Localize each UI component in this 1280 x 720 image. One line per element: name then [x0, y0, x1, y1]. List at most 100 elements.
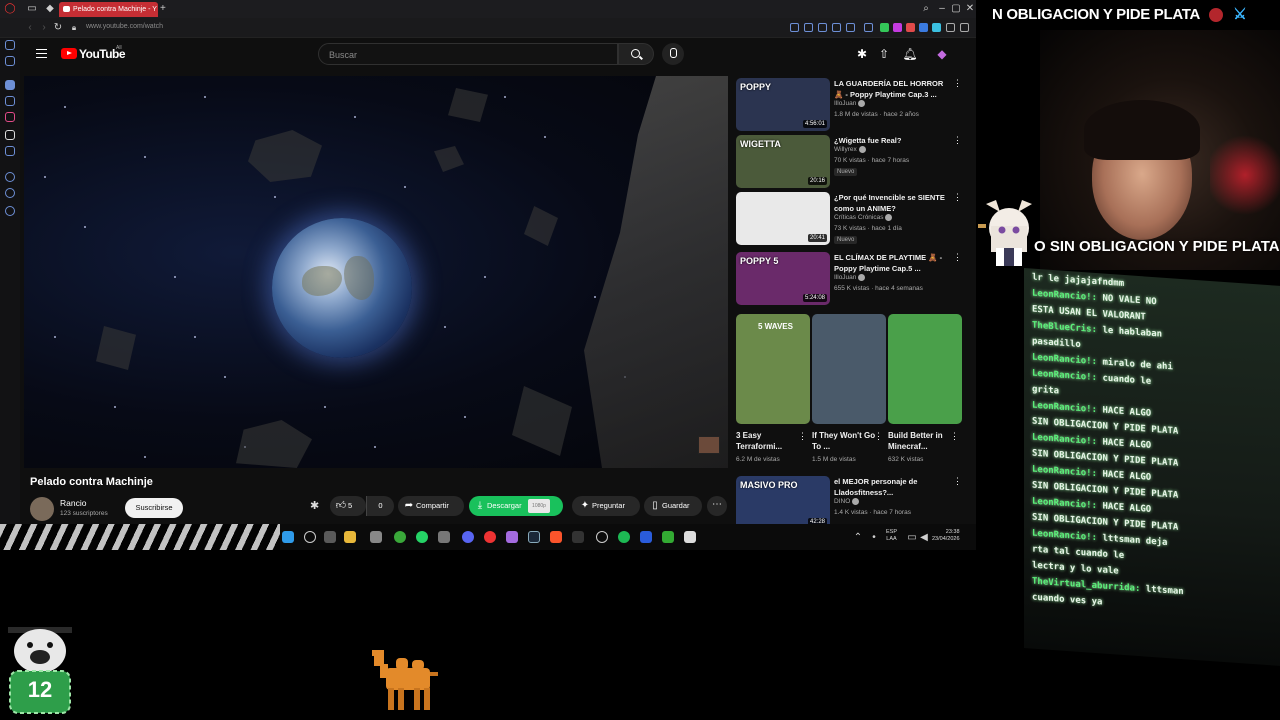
- short-thumbnail[interactable]: [812, 314, 886, 424]
- more-options-icon[interactable]: ⋮: [953, 78, 962, 89]
- video-thumbnail[interactable]: 20:41: [736, 192, 830, 245]
- download-icon[interactable]: [864, 23, 873, 32]
- discord-icon[interactable]: [462, 531, 474, 543]
- more-options-icon[interactable]: ⋮: [953, 192, 962, 203]
- search-input[interactable]: Buscar: [318, 43, 618, 65]
- video-thumbnail[interactable]: POPPY 5 5:24:08: [736, 252, 830, 305]
- recommendation-item[interactable]: WIGETTA 20:16 ¿Wigetta fue Real? Willyrex 70…: [736, 135, 966, 191]
- upload-icon[interactable]: ⇧: [876, 46, 892, 62]
- recommendation-channel[interactable]: DINO: [834, 498, 860, 505]
- recommendation-channel[interactable]: Críticas Crónicas: [834, 214, 893, 221]
- language-indicator[interactable]: ESP LAA: [886, 529, 897, 543]
- voice-search-button[interactable]: [662, 43, 684, 65]
- zoom-icon[interactable]: [790, 23, 799, 32]
- extension-cyan-icon[interactable]: [932, 23, 941, 32]
- recommendation-item[interactable]: POPPY 5 5:24:08 EL CLÍMAX DE PLAYTIME 🧸 - …: [736, 252, 966, 308]
- recommendation-item[interactable]: POPPY 4:56:01 LA GUARDERÍA DEL HORROR 🧸 - …: [736, 78, 966, 134]
- profile-icon[interactable]: [946, 23, 955, 32]
- short-thumbnail[interactable]: [888, 314, 962, 424]
- taskbar-app-icon[interactable]: [596, 531, 608, 543]
- share-button[interactable]: ➦ Compartir: [398, 496, 464, 516]
- sidebar-heart-icon[interactable]: [5, 172, 15, 182]
- recommendation-title[interactable]: LA GUARDERÍA DEL HORROR 🧸 - Poppy Playti…: [834, 79, 946, 100]
- taskbar-app-icon[interactable]: [684, 531, 696, 543]
- recommendation-item[interactable]: MASIVO PRO 42:28 el MEJOR personaje de Lla…: [736, 476, 966, 524]
- extension-green-icon[interactable]: [880, 23, 889, 32]
- sidebar-wallet-icon[interactable]: [5, 146, 15, 156]
- maximize-icon[interactable]: ▢: [950, 3, 962, 15]
- dislike-button[interactable]: 0: [366, 496, 394, 516]
- short-item[interactable]: If They Won't Go To ... 1.5 M de vistas ⋮: [812, 314, 886, 463]
- start-windows-icon[interactable]: [282, 531, 294, 543]
- bookmark-icon[interactable]: [846, 23, 855, 32]
- taskbar-search-icon[interactable]: [304, 531, 316, 543]
- recommendation-channel[interactable]: Willyrex: [834, 146, 866, 153]
- sidebar-settings-icon[interactable]: [5, 206, 15, 216]
- url-field[interactable]: www.youtube.com/watch: [86, 23, 163, 30]
- recommendation-channel[interactable]: IlloJuan: [834, 274, 866, 281]
- sidebar-x-icon[interactable]: [5, 130, 15, 140]
- short-title[interactable]: If They Won't Go To ...: [812, 430, 876, 452]
- short-title[interactable]: Build Better in Minecraf...: [888, 430, 952, 452]
- extension-red-icon[interactable]: [906, 23, 915, 32]
- sidebar-history-icon[interactable]: [5, 188, 15, 198]
- short-title[interactable]: 3 Easy Terraformi...: [736, 430, 800, 452]
- tab-youtube[interactable]: Pelado contra Machinje - Y: [59, 2, 158, 17]
- snapshot-icon[interactable]: [818, 23, 827, 32]
- sidebar-back-icon[interactable]: [5, 40, 15, 50]
- subscribe-button[interactable]: Suscribirse: [125, 498, 183, 518]
- volume-icon[interactable]: ◀: [918, 532, 930, 544]
- search-button[interactable]: [618, 43, 654, 65]
- taskbar-app-icon[interactable]: [438, 531, 450, 543]
- video-thumbnail[interactable]: MASIVO PRO 42:28: [736, 476, 830, 524]
- back-icon[interactable]: ‹: [24, 22, 36, 34]
- recommendation-title[interactable]: EL CLÍMAX DE PLAYTIME 🧸 - Poppy Playtime…: [834, 253, 946, 274]
- tray-chevron-icon[interactable]: ⌃: [852, 532, 864, 544]
- reload-icon[interactable]: ↻: [52, 22, 64, 34]
- like-button[interactable]: 👍︎ 5: [330, 496, 366, 516]
- channel-watermark[interactable]: [698, 436, 720, 454]
- more-options-icon[interactable]: ⋮: [953, 252, 962, 263]
- file-explorer-icon[interactable]: [344, 531, 356, 543]
- workspace-icon[interactable]: ▭: [26, 3, 38, 15]
- opera-logo-icon[interactable]: ◯: [4, 3, 16, 15]
- youtube-logo-icon[interactable]: [61, 48, 77, 59]
- taskbar-app-icon[interactable]: [640, 531, 652, 543]
- sidebar-twitch-icon[interactable]: [5, 80, 15, 90]
- new-tab-button[interactable]: +: [160, 3, 166, 14]
- sidebar-discord-icon[interactable]: [5, 96, 15, 106]
- channel-name[interactable]: Rancio: [60, 498, 86, 508]
- pinned-tab-icon[interactable]: ◆: [44, 3, 56, 15]
- more-options-icon[interactable]: ⋮: [798, 431, 807, 442]
- xbox-icon[interactable]: [394, 531, 406, 543]
- video-thumbnail[interactable]: POPPY 4:56:01: [736, 78, 830, 131]
- recommendation-title[interactable]: ¿Wigetta fue Real?: [834, 136, 946, 147]
- ask-button[interactable]: ✦ Preguntar: [572, 496, 640, 516]
- short-item[interactable]: Build Better in Minecraf... 632 K vistas ⋮: [888, 314, 962, 463]
- more-actions-button[interactable]: ⋯: [707, 496, 727, 516]
- short-thumbnail[interactable]: 5 WAVES: [736, 314, 810, 424]
- opera-icon[interactable]: [484, 531, 496, 543]
- close-icon[interactable]: ✕: [964, 3, 976, 15]
- network-icon[interactable]: ▭: [906, 532, 918, 544]
- more-options-icon[interactable]: ⋮: [950, 431, 959, 442]
- spotify-icon[interactable]: [618, 531, 630, 543]
- channel-avatar[interactable]: [30, 497, 54, 521]
- whatsapp-icon[interactable]: [416, 531, 428, 543]
- brave-icon[interactable]: [550, 531, 562, 543]
- extension-purple-icon[interactable]: [893, 23, 902, 32]
- taskbar-app-icon[interactable]: [370, 531, 382, 543]
- more-options-icon[interactable]: ⋮: [953, 476, 962, 487]
- extension-blue-icon[interactable]: [919, 23, 928, 32]
- heart-icon[interactable]: [832, 23, 841, 32]
- notifications-bell-icon[interactable]: 🔔︎: [902, 46, 918, 62]
- more-options-icon[interactable]: ⋮: [953, 135, 962, 146]
- recommendation-channel[interactable]: IlloJuan: [834, 100, 866, 107]
- recommendation-item[interactable]: 20:41 ¿Por qué Invencible se SIENTE como …: [736, 192, 966, 248]
- gear-extension-icon[interactable]: ✱: [854, 46, 870, 62]
- clock[interactable]: 23:38 23/04/2026: [932, 529, 960, 543]
- obs-icon[interactable]: [506, 531, 518, 543]
- tray-mic-icon[interactable]: •: [868, 532, 880, 544]
- more-options-icon[interactable]: ⋮: [874, 431, 883, 442]
- sidebar-instagram-icon[interactable]: [5, 112, 15, 122]
